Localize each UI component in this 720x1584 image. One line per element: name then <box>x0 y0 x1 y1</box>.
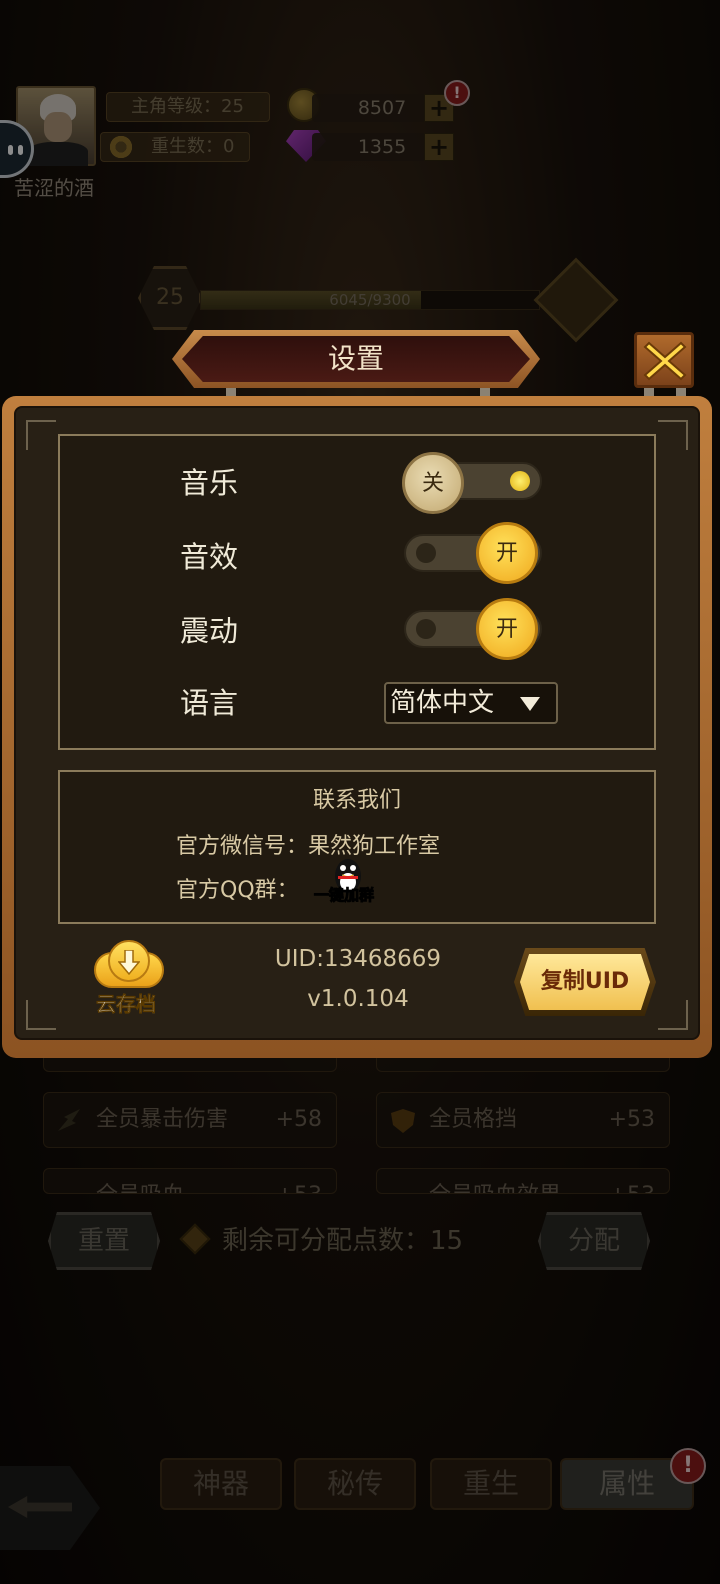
settings-title: 设置 <box>327 342 384 375</box>
toggle-indicator <box>416 619 436 639</box>
chevron-down-icon <box>520 697 540 711</box>
settings-options-box <box>58 434 656 750</box>
corner-ornament <box>26 420 56 450</box>
music-label: 音乐 <box>180 466 239 500</box>
corner-ornament <box>658 420 688 450</box>
language-label: 语言 <box>180 686 239 720</box>
cloud-save-label[interactable]: 云存档 <box>96 988 157 1017</box>
vibration-label: 震动 <box>180 614 239 648</box>
vibration-toggle-knob[interactable]: 开 <box>476 598 538 660</box>
music-toggle-knob[interactable]: 关 <box>402 452 464 514</box>
version-text: v1.0.104 <box>307 986 409 1012</box>
language-value: 简体中文 <box>390 688 495 718</box>
download-arrow-icon <box>118 950 140 976</box>
qq-group-line: 官方QQ群： <box>176 878 299 903</box>
sfx-label: 音效 <box>180 540 239 574</box>
toggle-indicator <box>510 471 530 491</box>
close-button[interactable] <box>634 332 694 388</box>
contact-title: 联系我们 <box>312 788 401 813</box>
corner-ornament <box>658 1000 688 1030</box>
toggle-indicator <box>416 543 436 563</box>
wechat-line: 官方微信号：果然狗工作室 <box>176 834 441 859</box>
language-select[interactable]: 简体中文 <box>384 682 558 724</box>
corner-ornament <box>26 1000 56 1030</box>
copy-uid-button[interactable]: 复制UID <box>520 954 650 1010</box>
uid-text: UID:13468669 <box>274 946 442 972</box>
join-qq-group-label[interactable]: 一键加群 <box>313 884 374 905</box>
sfx-toggle-knob[interactable]: 开 <box>476 522 538 584</box>
close-icon <box>643 341 687 381</box>
